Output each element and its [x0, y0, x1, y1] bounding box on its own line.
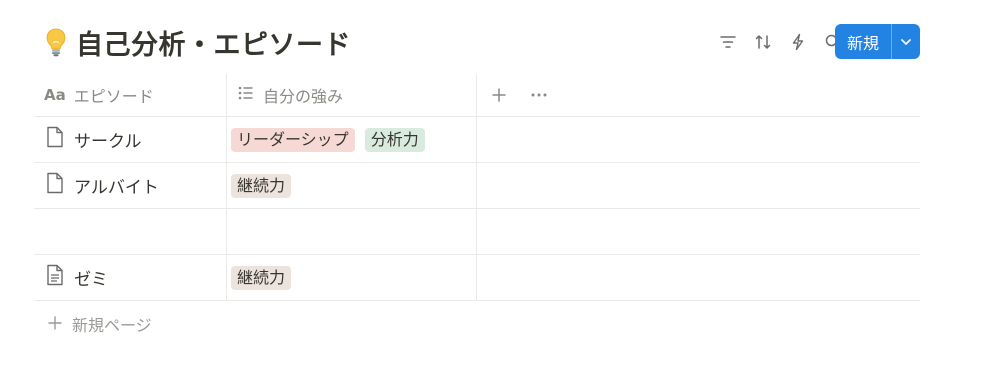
more-options-icon[interactable] [529, 85, 549, 105]
column-label: 自分の強み [263, 87, 344, 106]
header-actions [477, 74, 920, 116]
page-title: 自己分析・エピソード [44, 22, 351, 62]
tag: 継続力 [231, 173, 292, 198]
sort-icon[interactable] [745, 24, 780, 60]
column-header-episode[interactable]: Aa エピソード [34, 74, 227, 116]
page-text-icon [46, 264, 64, 291]
table-row[interactable]: サークル リーダーシップ 分析力 [34, 117, 920, 163]
new-page-button[interactable]: 新規ページ [34, 301, 920, 347]
new-button-group: 新規 [835, 24, 920, 59]
new-button[interactable]: 新規 [835, 24, 892, 59]
column-header-strengths[interactable]: 自分の強み [227, 74, 477, 116]
row-name: アルバイト [74, 178, 159, 198]
name-cell[interactable]: サークル [34, 117, 227, 162]
empty-cell [477, 209, 920, 254]
table-row[interactable] [34, 209, 920, 255]
tag: 分析力 [364, 127, 425, 152]
list-icon [237, 84, 255, 106]
column-label: エピソード [73, 87, 154, 106]
database-table: Aa エピソード 自分の強み サークル リーダーシップ 分析力 アルバイト 継続… [34, 74, 920, 347]
database-header: 自己分析・エピソード 新規 [0, 0, 1000, 84]
name-cell[interactable] [34, 209, 227, 254]
lightbulb-icon [44, 26, 68, 58]
tag: リーダーシップ [231, 127, 355, 152]
page-icon [46, 172, 64, 199]
row-name: サークル [74, 132, 142, 152]
title-icon: Aa [44, 86, 66, 104]
table-row[interactable]: ゼミ 継続力 [34, 255, 920, 301]
empty-cell [477, 255, 920, 300]
empty-cell [477, 117, 920, 162]
row-name: ゼミ [74, 270, 108, 290]
strengths-cell[interactable] [227, 209, 477, 254]
new-page-label: 新規ページ [72, 316, 152, 335]
table-header: Aa エピソード 自分の強み [34, 74, 920, 117]
chevron-down-icon[interactable] [892, 24, 920, 59]
automation-icon[interactable] [780, 24, 815, 60]
name-cell[interactable]: アルバイト [34, 163, 227, 208]
strengths-cell[interactable]: リーダーシップ 分析力 [227, 117, 477, 162]
name-cell[interactable]: ゼミ [34, 255, 227, 300]
tag: 継続力 [231, 265, 292, 290]
table-row[interactable]: アルバイト 継続力 [34, 163, 920, 209]
empty-cell [477, 163, 920, 208]
add-column-plus-icon[interactable] [489, 85, 509, 105]
page-icon [46, 126, 64, 153]
page-title-text: 自己分析・エピソード [76, 29, 351, 61]
plus-icon [48, 315, 62, 334]
strengths-cell[interactable]: 継続力 [227, 255, 477, 300]
filter-icon[interactable] [710, 24, 745, 60]
strengths-cell[interactable]: 継続力 [227, 163, 477, 208]
